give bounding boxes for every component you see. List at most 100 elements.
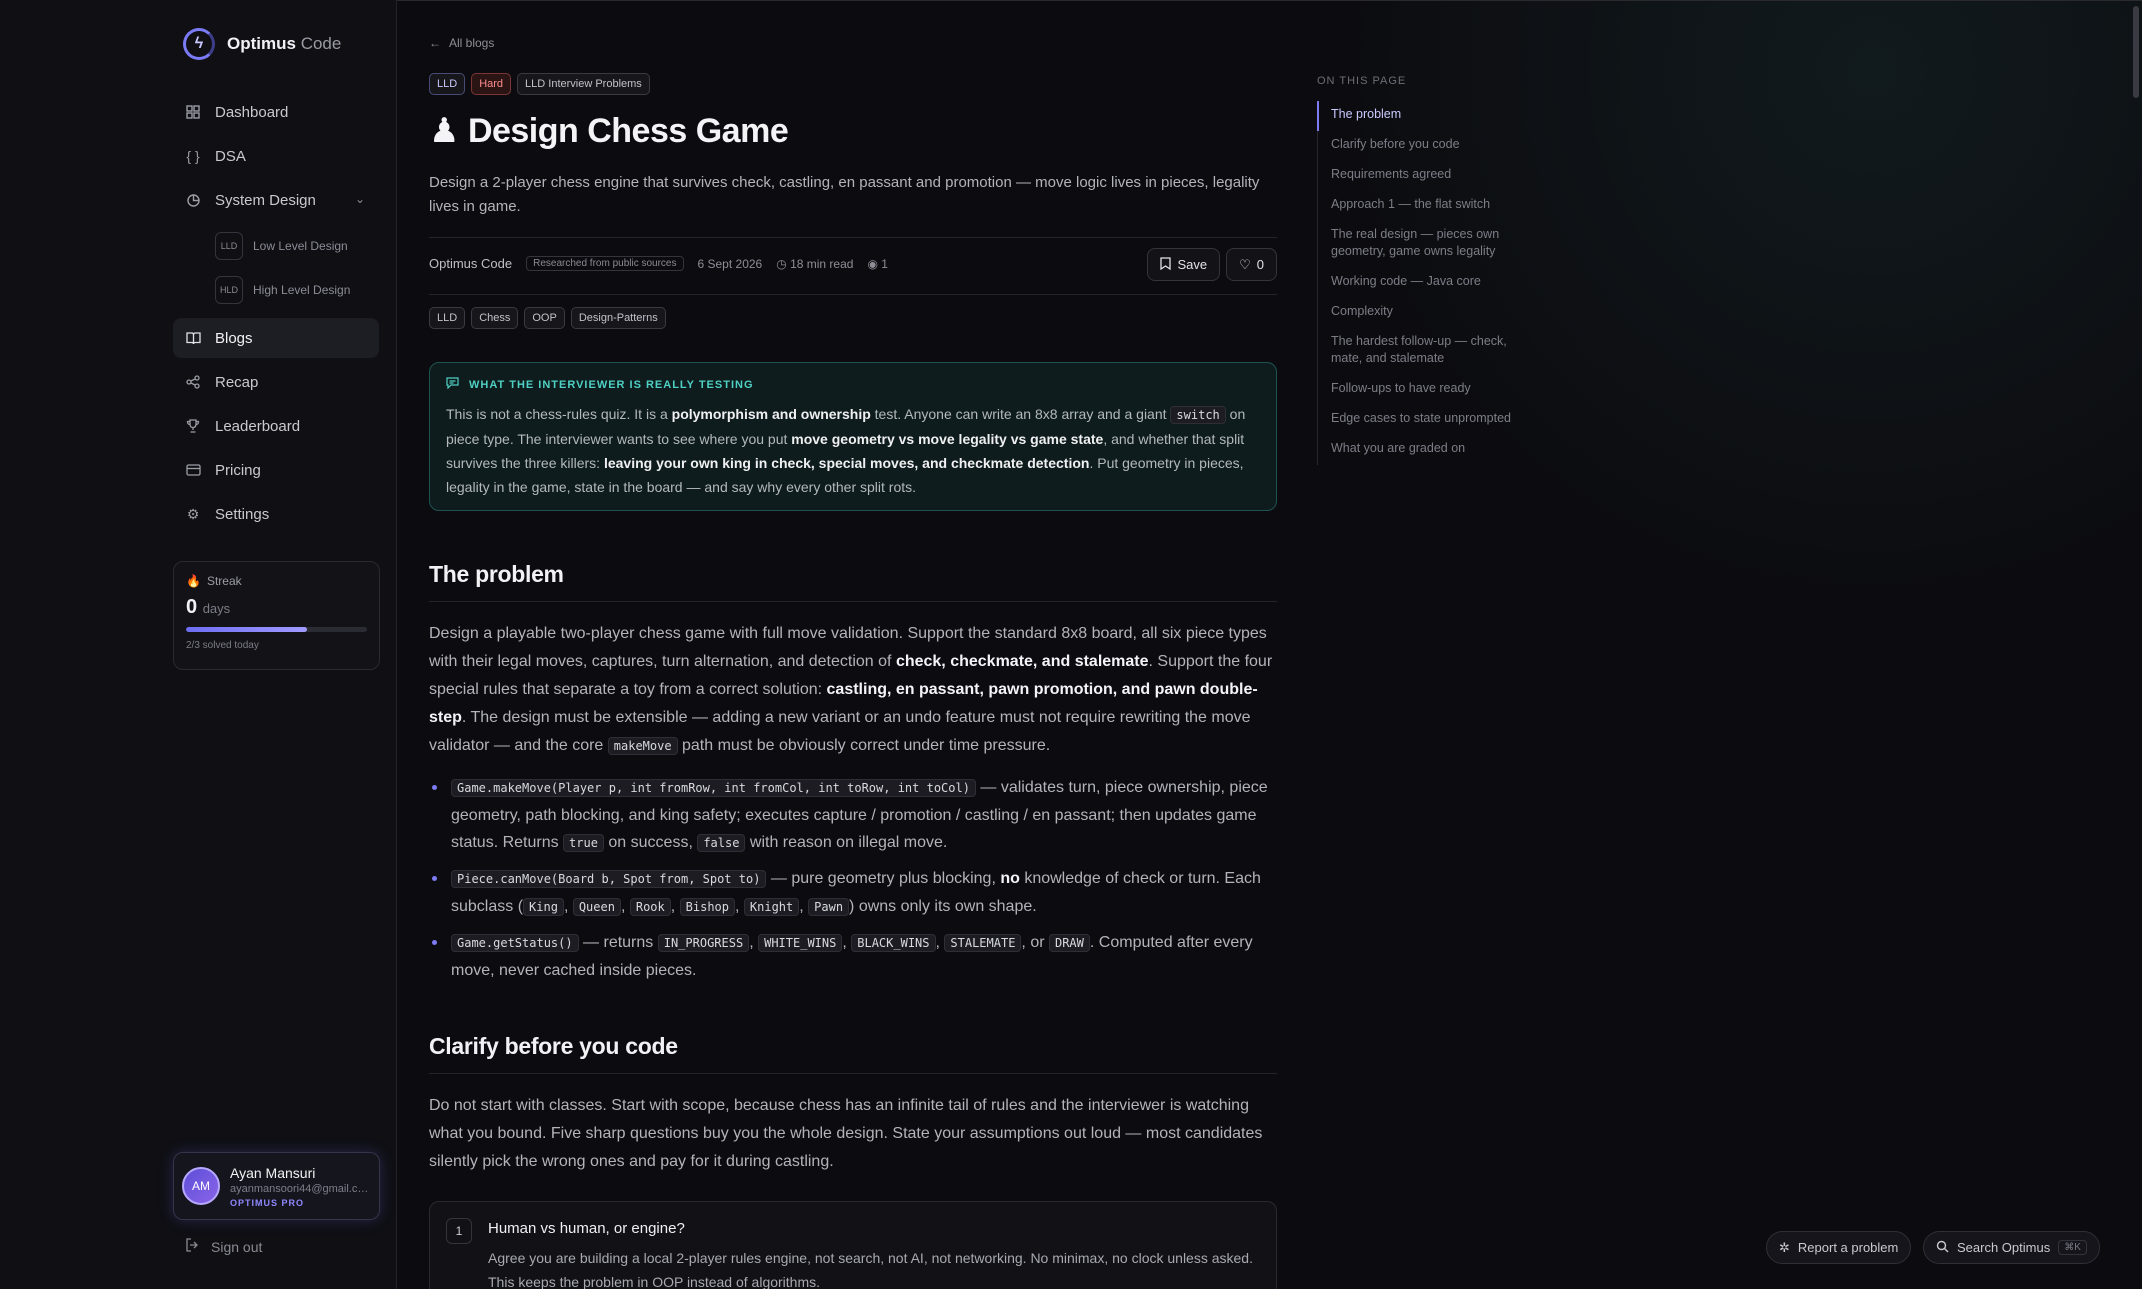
sidebar-item-label: Leaderboard (215, 417, 301, 435)
publish-date: 6 Sept 2026 (697, 256, 763, 271)
brand[interactable]: ϟ Optimus Code (183, 28, 341, 60)
toc-item[interactable]: Edge cases to state unprompted (1318, 405, 1537, 435)
sidebar-item-leaderboard[interactable]: Leaderboard (173, 406, 379, 446)
user-plan-badge: OPTIMUS PRO (230, 1197, 305, 1208)
tag-lld[interactable]: LLD (429, 73, 466, 95)
section-heading-clarify: Clarify before you code (429, 1033, 678, 1059)
tag-category[interactable]: LLD Interview Problems (517, 73, 650, 95)
source-badge: Researched from public sources (526, 256, 684, 271)
chess-pawn-icon: ♟ (429, 112, 459, 150)
article-subtitle: Design a 2-player chess engine that surv… (429, 174, 1260, 215)
brand-logo-icon: ϟ (183, 28, 215, 60)
streak-note: 2/3 solved today (186, 640, 259, 651)
toc-item[interactable]: Requirements agreed (1318, 161, 1537, 191)
list-item: Game.makeMove(Player p, int fromRow, int… (429, 774, 1277, 857)
gear-icon: ⚙ (186, 505, 200, 522)
callout-heading: WHAT THE INTERVIEWER IS REALLY TESTING (469, 378, 754, 391)
section-heading-problem: The problem (429, 561, 564, 587)
divider (429, 237, 1277, 238)
topic-tag[interactable]: Design-Patterns (570, 307, 666, 329)
back-to-blogs-link[interactable]: ← All blogs (429, 36, 494, 50)
topic-tag[interactable]: LLD (429, 307, 466, 329)
divider (429, 601, 1277, 602)
like-button[interactable]: ♡ 0 (1226, 248, 1277, 281)
toc-item[interactable]: Working code — Java core (1318, 268, 1537, 298)
sidebar-item-label: Pricing (215, 461, 261, 479)
system-design-subnav: LLD Low Level Design HLD High Level Desi… (215, 224, 379, 312)
clarify-paragraph: Do not start with classes. Start with sc… (429, 1097, 1263, 1170)
heart-icon: ♡ (1239, 256, 1251, 272)
save-button[interactable]: Save (1147, 248, 1221, 281)
topic-tag[interactable]: OOP (524, 307, 565, 329)
toc-item[interactable]: What you are graded on (1318, 435, 1537, 465)
chevron-down-icon[interactable]: ⌄ (355, 192, 365, 206)
streak-count: 0 (186, 596, 198, 618)
toc-item[interactable]: Approach 1 — the flat switch (1318, 191, 1537, 221)
inline-code: makeMove (607, 737, 678, 755)
scrollbar[interactable] (2133, 6, 2139, 98)
like-count: 0 (1256, 257, 1264, 272)
article-meta: Optimus Code Researched from public sour… (429, 256, 888, 271)
search-button[interactable]: Search Optimus ⌘K (1923, 1231, 2100, 1264)
clarify-question-card: 1 Human vs human, or engine? Agree you a… (429, 1201, 1277, 1289)
sidebar-item-recap[interactable]: Recap (173, 362, 379, 402)
list-item: Game.getStatus() — returns IN_PROGRESS, … (429, 929, 1277, 984)
toc-item[interactable]: Clarify before you code (1318, 131, 1537, 161)
toc-item[interactable]: Complexity (1318, 298, 1537, 328)
sidebar-subitem-label: High Level Design (253, 283, 351, 297)
user-profile-card[interactable]: AM Ayan Mansuri ayanmansoori44@gmail.com… (173, 1152, 380, 1220)
view-count: ◉ 1 (867, 256, 888, 271)
arrow-left-icon: ← (429, 36, 441, 50)
problem-paragraph: Design a playable two-player chess game … (429, 625, 1273, 755)
message-icon (446, 377, 459, 392)
sidebar-item-label: Blogs (215, 329, 253, 347)
question-title: Human vs human, or engine? (488, 1220, 685, 1237)
sidebar-item-label: Settings (215, 505, 270, 523)
toc-item[interactable]: The problem (1317, 101, 1537, 131)
sidebar-item-dsa[interactable]: { } DSA (173, 136, 379, 176)
sidebar-subitem-label: Low Level Design (253, 239, 348, 253)
api-bullet-list: Game.makeMove(Player p, int fromRow, int… (429, 774, 1277, 992)
article-tags: LLD Hard LLD Interview Problems (429, 73, 650, 95)
sidebar-item-blogs[interactable]: Blogs (173, 318, 379, 358)
toc-item[interactable]: Follow-ups to have ready (1318, 375, 1537, 405)
keyboard-shortcut: ⌘K (2058, 1240, 2087, 1255)
eye-icon: ◉ (867, 256, 878, 271)
sidebar-item-system-design[interactable]: System Design ⌄ (173, 180, 379, 220)
sign-out-icon (185, 1238, 199, 1255)
avatar: AM (182, 1167, 220, 1205)
search-icon (1936, 1240, 1949, 1256)
sidebar-nav: Dashboard { } DSA System Design ⌄ LLD Lo… (173, 92, 379, 538)
question-body: Agree you are building a local 2-player … (488, 1250, 1253, 1289)
sidebar-item-pricing[interactable]: Pricing (173, 450, 379, 490)
sidebar-item-label: Recap (215, 373, 259, 391)
sign-out-label: Sign out (211, 1238, 263, 1255)
topic-tag[interactable]: Chess (471, 307, 519, 329)
sidebar-subitem-hld[interactable]: HLD High Level Design (215, 268, 379, 312)
list-item: Piece.canMove(Board b, Spot from, Spot t… (429, 865, 1277, 921)
toc-heading: ON THIS PAGE (1317, 75, 1407, 87)
sidebar-subitem-lld[interactable]: LLD Low Level Design (215, 224, 379, 268)
lld-badge: LLD (215, 232, 243, 260)
back-label: All blogs (449, 36, 495, 50)
sidebar-item-settings[interactable]: ⚙ Settings (173, 494, 379, 534)
streak-label: Streak (206, 574, 242, 588)
question-number: 1 (446, 1218, 472, 1244)
author-name[interactable]: Optimus Code (429, 256, 512, 271)
sign-out-button[interactable]: Sign out (185, 1238, 262, 1255)
tag-difficulty[interactable]: Hard (471, 73, 512, 95)
share-nodes-icon (185, 374, 201, 390)
read-time: ◷ 18 min read (776, 256, 854, 271)
brand-name: Optimus Code (227, 34, 342, 53)
toc-item[interactable]: The real design — pieces own geometry, g… (1318, 221, 1537, 268)
user-name: Ayan Mansuri (230, 1164, 316, 1181)
streak-unit: days (202, 601, 231, 616)
page-title: ♟ Design Chess Game (429, 112, 789, 150)
divider (429, 294, 1277, 295)
table-of-contents: ON THIS PAGE The problem Clarify before … (1317, 75, 1537, 465)
toc-list: The problem Clarify before you code Requ… (1317, 101, 1537, 465)
report-problem-button[interactable]: ✲ Report a problem (1766, 1231, 1912, 1264)
system-design-icon (185, 192, 201, 208)
sidebar-item-dashboard[interactable]: Dashboard (173, 92, 379, 132)
toc-item[interactable]: The hardest follow-up — check, mate, and… (1318, 328, 1537, 375)
